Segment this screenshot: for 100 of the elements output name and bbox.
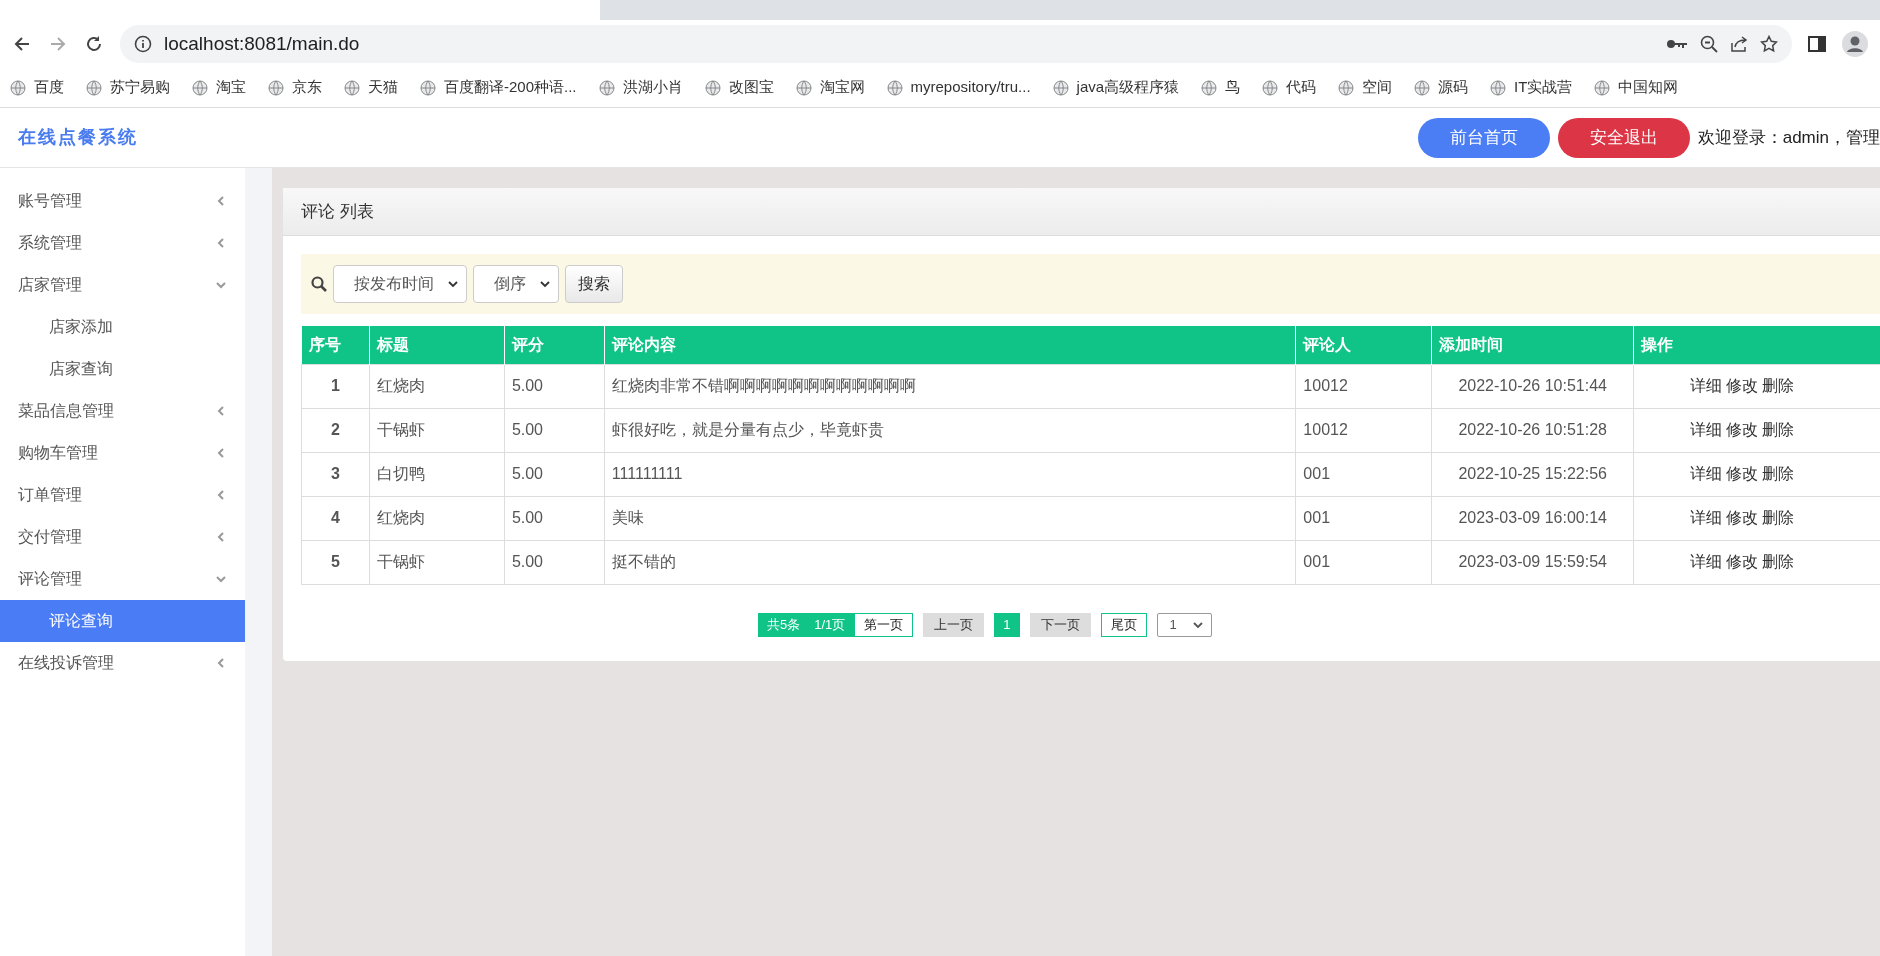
column-header: 操作 <box>1633 326 1880 364</box>
action-link[interactable]: 修改 <box>1726 465 1759 482</box>
sidebar-item[interactable]: 评论管理 <box>0 558 245 600</box>
welcome-text: 欢迎登录：admin，管理 <box>1697 126 1880 149</box>
share-icon[interactable] <box>1730 35 1748 53</box>
globe-icon <box>795 79 812 96</box>
bookmark[interactable]: IT实战营 <box>1490 76 1573 99</box>
caret-icon <box>540 280 550 288</box>
column-header: 添加时间 <box>1431 326 1634 364</box>
table-cell: 001 <box>1295 496 1432 540</box>
bookmark[interactable]: 苏宁易购 <box>86 76 170 99</box>
action-link[interactable]: 详细 <box>1690 377 1723 394</box>
zoom-out-icon[interactable] <box>1700 35 1718 53</box>
table-cell: 1 <box>301 364 370 408</box>
table-cell: 2022-10-25 15:22:56 <box>1431 452 1634 496</box>
address-bar[interactable]: localhost:8081/main.do <box>120 25 1792 63</box>
search-button[interactable]: 搜索 <box>565 265 623 303</box>
action-link[interactable]: 删除 <box>1762 377 1795 394</box>
table-cell: 10012 <box>1295 408 1432 452</box>
globe-icon <box>1338 79 1355 96</box>
globe-icon <box>10 79 26 96</box>
bookmark[interactable]: 京东 <box>268 76 322 99</box>
total-count: 共5条 <box>758 612 805 637</box>
key-icon[interactable] <box>1666 37 1688 51</box>
table-cell: 2022-10-26 10:51:44 <box>1431 364 1634 408</box>
bookmark[interactable]: 淘宝 <box>192 76 246 99</box>
column-header: 序号 <box>301 326 370 364</box>
bookmark[interactable]: 洪湖小肖 <box>598 76 683 99</box>
table-cell: 5.00 <box>504 408 605 452</box>
header-button[interactable]: 前台首页 <box>1417 117 1550 158</box>
sidebar-subitem[interactable]: 评论查询 <box>0 600 245 642</box>
sidebar-item[interactable]: 订单管理 <box>0 474 245 516</box>
page-jump-select[interactable]: 1 <box>1156 612 1212 637</box>
action-link[interactable]: 详细 <box>1690 465 1723 482</box>
action-link[interactable]: 删除 <box>1762 509 1795 526</box>
bookmark[interactable]: 天猫 <box>344 76 398 99</box>
prev-page-button[interactable]: 上一页 <box>923 612 985 637</box>
table-cell: 红烧肉 <box>369 496 505 540</box>
sidebar-item[interactable]: 店家管理 <box>0 264 245 306</box>
action-link[interactable]: 修改 <box>1726 553 1759 570</box>
table-cell: 5.00 <box>504 496 605 540</box>
table-cell: 001 <box>1295 540 1432 584</box>
bookmark[interactable]: 源码 <box>1414 76 1469 99</box>
sidebar-subitem[interactable]: 店家添加 <box>0 306 245 348</box>
globe-icon <box>598 79 615 96</box>
star-icon[interactable] <box>1760 35 1778 53</box>
address-text: localhost:8081/main.do <box>164 31 360 56</box>
next-page-button[interactable]: 下一页 <box>1029 612 1091 637</box>
chevron-down-icon <box>215 279 227 291</box>
search-icon <box>311 276 327 292</box>
sidebar-item[interactable]: 购物车管理 <box>0 432 245 474</box>
action-link[interactable]: 修改 <box>1726 421 1759 438</box>
first-page-button[interactable]: 第一页 <box>854 612 914 637</box>
sidebar-item[interactable]: 在线投诉管理 <box>0 642 245 684</box>
globe-icon <box>344 79 360 96</box>
bookmark[interactable]: 中国知网 <box>1594 76 1679 99</box>
table-cell: 红烧肉 <box>369 364 505 408</box>
header-button[interactable]: 安全退出 <box>1557 117 1690 158</box>
action-link[interactable]: 详细 <box>1690 421 1723 438</box>
sidebar-item[interactable]: 系统管理 <box>0 222 245 264</box>
sidebar-item[interactable]: 账号管理 <box>0 180 245 222</box>
bookmark[interactable]: 百度翻译-200种语... <box>420 76 577 99</box>
globe-icon <box>886 79 903 96</box>
bookmark[interactable]: 百度 <box>10 76 64 99</box>
bookmark[interactable]: 空间 <box>1338 76 1393 99</box>
sort-order-select[interactable]: 倒序 <box>473 265 559 303</box>
globe-icon <box>192 79 208 96</box>
action-link[interactable]: 详细 <box>1690 553 1723 570</box>
bookmark[interactable]: java高级程序猿 <box>1052 76 1180 99</box>
action-link[interactable]: 修改 <box>1726 509 1759 526</box>
bookmark[interactable]: myrepository/tru... <box>886 76 1031 99</box>
sidebar-subitem[interactable]: 店家查询 <box>0 348 245 390</box>
reload-icon[interactable] <box>84 34 104 54</box>
action-link[interactable]: 删除 <box>1762 553 1795 570</box>
sidebar-item[interactable]: 交付管理 <box>0 516 245 558</box>
bookmark[interactable]: 改图宝 <box>704 76 774 99</box>
column-header: 评论内容 <box>604 326 1296 364</box>
table-cell: 5.00 <box>504 452 605 496</box>
sidebar-item[interactable]: 菜品信息管理 <box>0 390 245 432</box>
action-link[interactable]: 修改 <box>1726 377 1759 394</box>
chevron-left-icon <box>215 489 227 501</box>
bookmark[interactable]: 鸟 <box>1201 76 1241 99</box>
last-page-button[interactable]: 尾页 <box>1100 612 1147 637</box>
profile-icon[interactable] <box>1842 31 1868 57</box>
table-cell: 红烧肉非常不错啊啊啊啊啊啊啊啊啊啊啊啊 <box>604 364 1296 408</box>
bookmark[interactable]: 淘宝网 <box>795 76 865 99</box>
globe-icon <box>1490 79 1507 96</box>
globe-icon <box>1052 79 1069 96</box>
action-link[interactable]: 详细 <box>1690 509 1723 526</box>
bookmark[interactable]: 代码 <box>1262 76 1317 99</box>
side-panel-icon[interactable] <box>1808 35 1826 53</box>
action-link[interactable]: 删除 <box>1762 465 1795 482</box>
chevron-left-icon <box>215 237 227 249</box>
app-logo: 在线点餐系统 <box>18 126 138 149</box>
table-cell: 5.00 <box>504 364 605 408</box>
column-header: 评分 <box>504 326 605 364</box>
globe-icon <box>268 79 284 96</box>
sort-field-select[interactable]: 按发布时间 <box>333 265 467 303</box>
chevron-left-icon <box>215 447 227 459</box>
action-link[interactable]: 删除 <box>1762 421 1795 438</box>
